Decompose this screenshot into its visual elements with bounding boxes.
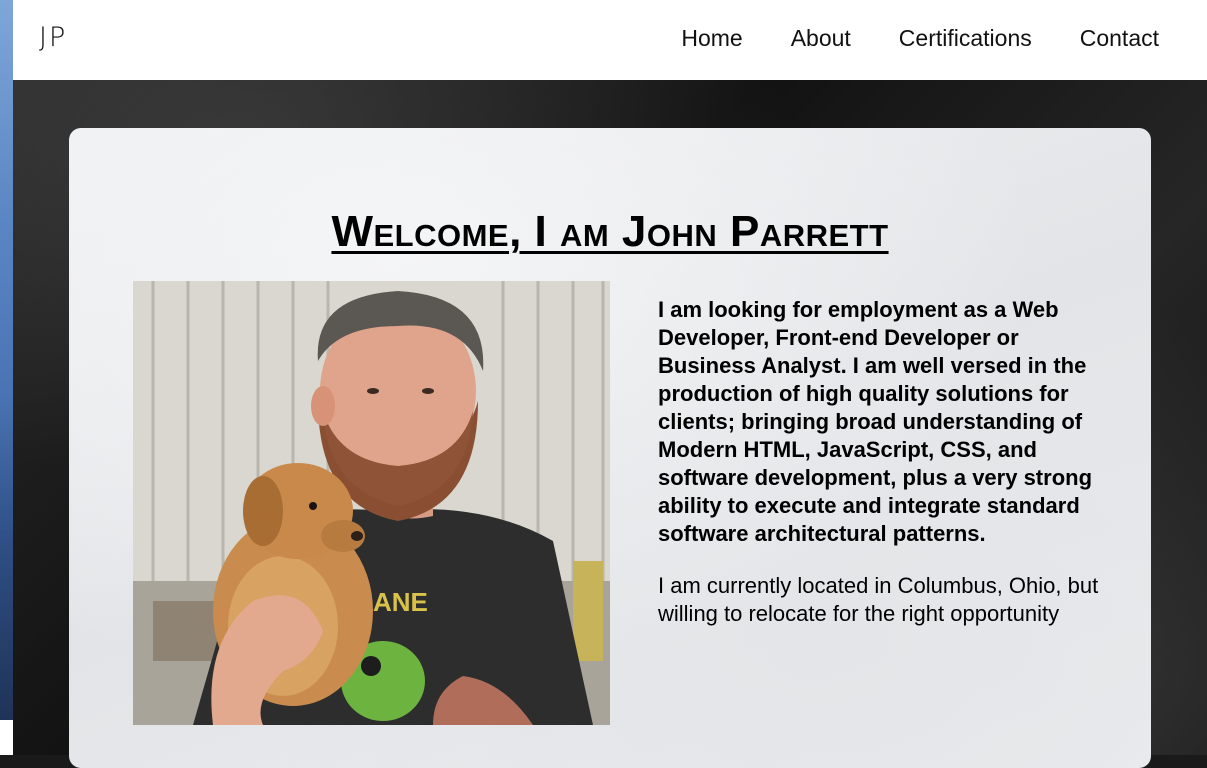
nav-link-about[interactable]: About	[791, 25, 851, 52]
intro-card: Welcome, I am John Parrett ANE I am look…	[69, 128, 1151, 768]
nav-link-certifications[interactable]: Certifications	[899, 25, 1032, 52]
profile-photo-illustration: ANE	[133, 281, 610, 725]
background-window-strip	[0, 0, 13, 720]
bio-paragraph-employment: I am looking for employment as a Web Dev…	[658, 297, 1093, 546]
hero-section: Welcome, I am John Parrett ANE I am look…	[13, 80, 1207, 768]
nav-link-home[interactable]: Home	[681, 25, 742, 52]
nav-links: Home About Certifications Contact	[681, 25, 1159, 52]
page-title: Welcome, I am John Parrett	[331, 207, 889, 257]
nav-link-contact[interactable]: Contact	[1080, 25, 1159, 52]
brand-logo[interactable]: JP	[39, 22, 67, 53]
profile-photo: ANE	[133, 281, 610, 725]
navbar: JP Home About Certifications Contact	[13, 0, 1207, 80]
background-window-strip-bottom	[0, 720, 13, 755]
bio-paragraph-location: I am currently located in Columbus, Ohio…	[658, 573, 1099, 626]
svg-text:ANE: ANE	[373, 587, 428, 617]
bio-text: I am looking for employment as a Web Dev…	[658, 296, 1113, 628]
